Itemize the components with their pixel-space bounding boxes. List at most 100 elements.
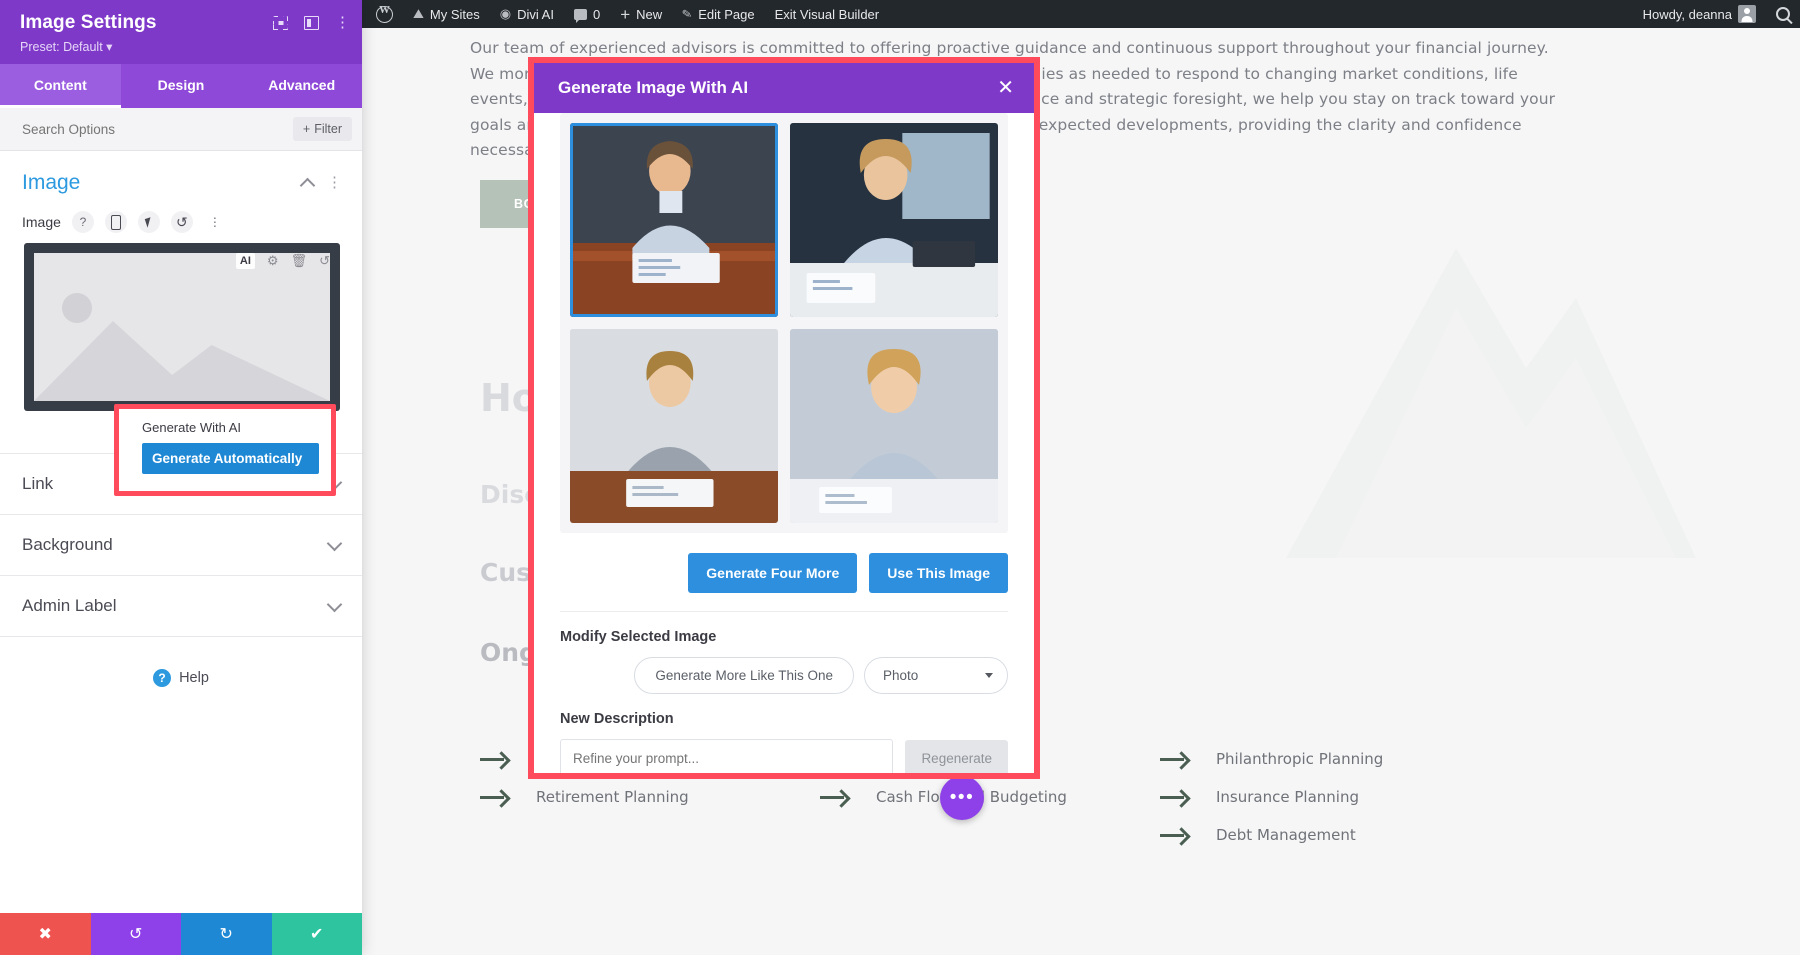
arrow-right-icon: [1160, 827, 1190, 843]
adminbar-comments[interactable]: 0: [564, 0, 610, 28]
tab-content[interactable]: Content: [0, 64, 121, 108]
image-hover-toolbar: AI ⚙ 🗑 ↺: [235, 253, 330, 269]
image-section-header[interactable]: Image ⋮: [0, 151, 362, 201]
adminbar-account[interactable]: Howdy, deanna: [1633, 0, 1766, 28]
reset-icon[interactable]: ↺: [170, 211, 193, 233]
ai-icon[interactable]: AI: [235, 253, 255, 269]
adminbar-my-sites-label: My Sites: [429, 6, 480, 22]
new-description-label: New Description: [560, 711, 674, 727]
image-settings-panel: Image Settings Preset: Default ▾ ⋮ Conte…: [0, 0, 362, 955]
preset-selector[interactable]: Preset: Default ▾: [20, 39, 348, 54]
undo-icon[interactable]: ↺: [319, 253, 330, 269]
settings-header-icons: ⋮: [273, 16, 350, 30]
modal-body: Generate Four More Use This Image Modify…: [534, 113, 1034, 773]
arrow-right-icon: [820, 789, 850, 805]
generate-with-ai-popover: Generate With AI Generate Automatically: [114, 404, 336, 496]
adminbar-exit-label: Exit Visual Builder: [774, 6, 880, 22]
fullscreen-icon[interactable]: [273, 16, 288, 30]
mountain-icon: [34, 321, 330, 401]
save-button[interactable]: ✔: [271, 913, 362, 955]
adminbar-edit-page[interactable]: ✎ Edit Page: [672, 0, 764, 28]
accordion-background[interactable]: Background: [0, 514, 362, 575]
chevron-down-icon: [326, 535, 343, 551]
search-input[interactable]: [22, 121, 293, 137]
preset-label: Preset: Default: [20, 40, 103, 54]
generate-image-with-ai-modal: Generate Image With AI ✕ Generate Four M…: [528, 57, 1040, 779]
generated-images-grid: [560, 113, 1008, 533]
prompt-input[interactable]: [560, 739, 894, 773]
adminbar-comments-count: 0: [592, 6, 601, 22]
accordion-admin-label[interactable]: Admin Label: [0, 575, 362, 636]
popover-title: Generate With AI: [142, 420, 241, 435]
thumb-1[interactable]: [570, 123, 778, 317]
modal-title: Generate Image With AI: [558, 78, 749, 97]
help-button[interactable]: ? Help: [0, 636, 362, 687]
watermark-mountain-shape: [1286, 248, 1696, 558]
image-field-label: Image: [22, 214, 61, 230]
accordion-label: Background: [22, 535, 113, 554]
hover-state-icon[interactable]: [137, 211, 160, 233]
filter-label: Filter: [314, 122, 342, 136]
chevron-up-icon[interactable]: [299, 177, 316, 193]
image-placeholder: [34, 253, 330, 401]
settings-tabs: Content Design Advanced: [0, 64, 362, 108]
adminbar-howdy-label: Howdy, deanna: [1642, 6, 1732, 22]
arrow-right-icon: [1160, 789, 1190, 805]
list-item: Retirement Planning: [480, 778, 735, 816]
undo-button[interactable]: ↺: [90, 913, 181, 955]
floating-action-button[interactable]: •••: [940, 776, 984, 820]
tab-design[interactable]: Design: [121, 64, 242, 108]
adminbar-search[interactable]: [1766, 0, 1800, 28]
redo-button[interactable]: ↻: [181, 913, 272, 955]
generate-automatically-button[interactable]: Generate Automatically: [142, 443, 319, 474]
adminbar-my-sites[interactable]: ⛰ My Sites: [403, 0, 490, 28]
wordpress-logo-icon: [376, 4, 393, 23]
image-field-row: Image ? ↺ ⋮: [0, 201, 362, 239]
cancel-button[interactable]: ✖: [0, 913, 91, 955]
divi-icon: ◉: [499, 6, 512, 21]
kebab-menu-icon[interactable]: ⋮: [335, 16, 350, 30]
thumb-4[interactable]: [790, 329, 998, 523]
section-title: Image: [22, 171, 81, 194]
adminbar-new-label: New: [636, 6, 663, 22]
kebab-menu-icon[interactable]: ⋮: [327, 176, 342, 190]
list-item: Debt Management: [1160, 816, 1383, 854]
settings-panel-header: Image Settings Preset: Default ▾ ⋮: [0, 0, 362, 64]
thumb-2[interactable]: [790, 123, 998, 317]
responsive-icon[interactable]: [104, 211, 127, 233]
list-item: Philanthropic Planning: [1160, 740, 1383, 778]
search-options-bar: + Filter: [0, 108, 362, 151]
adminbar-wordpress-logo[interactable]: [362, 0, 403, 28]
search-icon: [1776, 7, 1790, 21]
modal-action-row: Generate Four More Use This Image: [560, 533, 1008, 612]
kebab-menu-icon[interactable]: ⋮: [204, 211, 226, 233]
question-mark-icon: ?: [153, 669, 172, 687]
generate-more-like-this-one-button[interactable]: Generate More Like This One: [634, 657, 854, 694]
modify-controls-row: Generate More Like This One Photo: [560, 645, 1008, 694]
filter-button[interactable]: + Filter: [292, 117, 352, 141]
tab-advanced[interactable]: Advanced: [241, 64, 362, 108]
trash-icon[interactable]: 🗑: [291, 253, 308, 269]
close-icon[interactable]: ✕: [997, 78, 1014, 98]
help-icon[interactable]: ?: [71, 211, 94, 233]
adminbar-new[interactable]: + New: [610, 0, 672, 28]
service-label: Philanthropic Planning: [1216, 750, 1384, 768]
generate-four-more-button[interactable]: Generate Four More: [688, 553, 858, 593]
use-this-image-button[interactable]: Use This Image: [869, 553, 1008, 593]
style-select[interactable]: Photo: [864, 657, 1008, 694]
panel-layout-icon[interactable]: [304, 16, 319, 30]
regenerate-button[interactable]: Regenerate: [905, 740, 1008, 773]
adminbar-exit-visual-builder[interactable]: Exit Visual Builder: [765, 0, 890, 28]
plus-icon: +: [620, 4, 631, 24]
section-header-controls: ⋮: [299, 176, 342, 193]
house-icon: ⛰: [413, 6, 424, 21]
adminbar-divi-ai[interactable]: ◉ Divi AI: [490, 0, 564, 28]
modal-header: Generate Image With AI ✕: [534, 63, 1034, 113]
page-heading-3: Cus: [480, 558, 532, 587]
list-item: Insurance Planning: [1160, 778, 1383, 816]
arrow-right-icon: [1160, 751, 1190, 767]
thumb-3[interactable]: [570, 329, 778, 523]
image-preview-container[interactable]: AI ⚙ 🗑 ↺: [24, 243, 340, 411]
adminbar-divi-ai-label: Divi AI: [517, 6, 554, 22]
settings-gear-icon[interactable]: ⚙: [267, 253, 279, 269]
